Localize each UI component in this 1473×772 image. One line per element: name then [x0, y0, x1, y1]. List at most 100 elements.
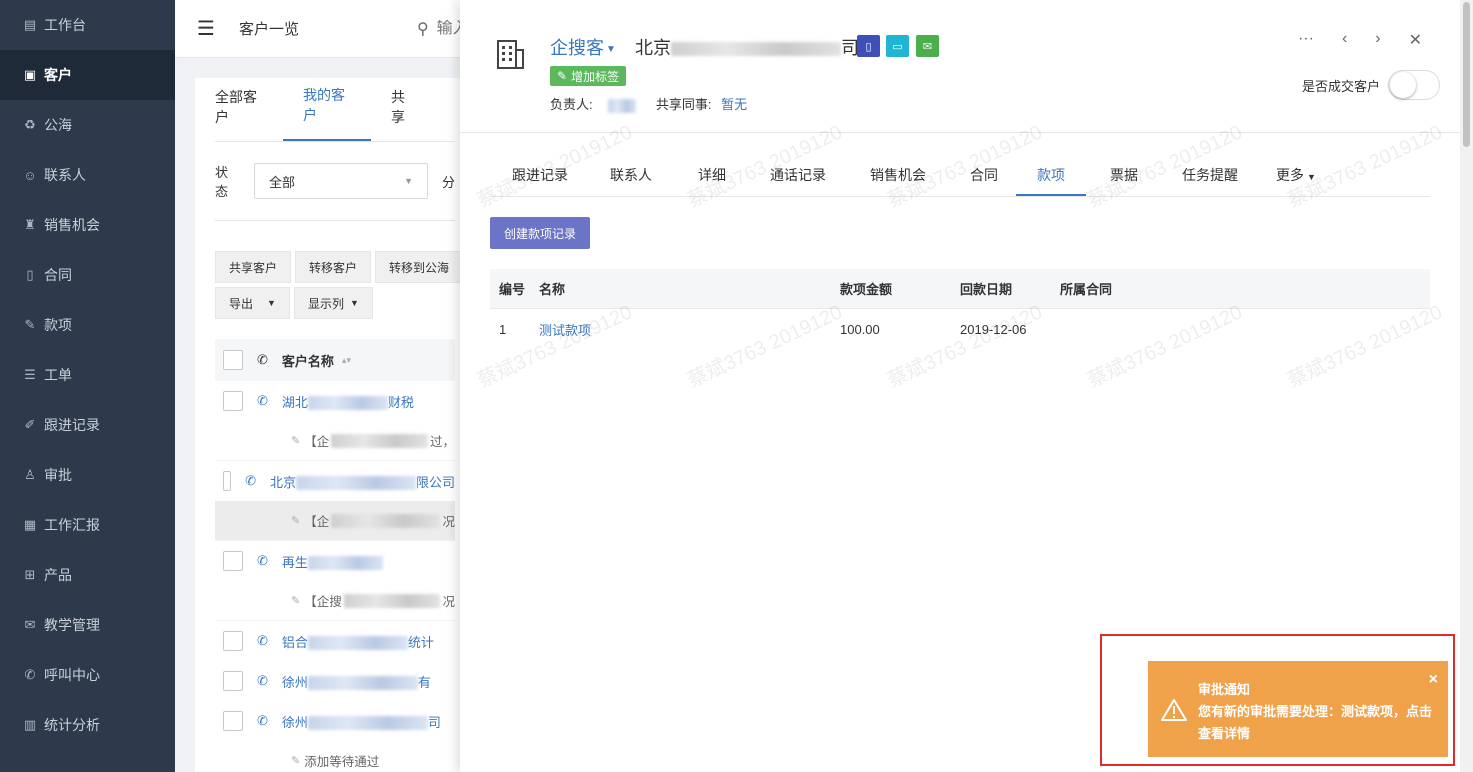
redacted-text: [608, 98, 637, 113]
customer-name-link[interactable]: 徐州 有: [282, 672, 431, 691]
sidebar-item-pool[interactable]: ♻ 公海: [0, 100, 175, 150]
more-icon[interactable]: ···: [1298, 30, 1314, 50]
customer-list-panel: 全部客户 我的客户 共享 状态 全部 ▼ 分 共享客户 转移客户 转移到公海 导…: [195, 78, 475, 772]
phone-icon[interactable]: ✆: [257, 713, 268, 729]
sidebar: ▤ 工作台 ▣ 客户 ♻ 公海 ☺ 联系人 ♜ 销售机会 ▯ 合同 ✎ 款项 ☰ 工单 ✐ 跟进记录 ♙ 审批 ▦ 工作汇…: [0, 0, 175, 772]
tab-reminders[interactable]: 任务提醒: [1162, 155, 1258, 196]
phone-icon[interactable]: ✆: [257, 633, 268, 649]
warning-icon: [1161, 699, 1187, 721]
select-all-checkbox[interactable]: [223, 350, 243, 370]
source-dropdown[interactable]: 企搜客 ▼: [550, 34, 616, 60]
sidebar-item-label: 审批: [44, 467, 72, 483]
building-icon: [497, 40, 524, 69]
row-checkbox[interactable]: [223, 471, 232, 491]
row-checkbox[interactable]: [223, 671, 243, 691]
next-icon[interactable]: ›: [1375, 30, 1380, 50]
contract-icon: ▯: [26, 267, 34, 282]
table-row: ✆ 北京 限公司: [215, 461, 455, 501]
menu-toggle-icon[interactable]: ☰: [197, 16, 215, 41]
phone-icon[interactable]: ✆: [245, 473, 256, 489]
customer-name-prefix: 北京: [269, 474, 296, 490]
tab-followup[interactable]: 跟进记录: [490, 155, 590, 196]
approval-notification[interactable]: 审批通知 您有新的审批需要处理：测试款项，点击查看详情 ×: [1148, 661, 1448, 757]
customer-name-link[interactable]: 北京 限公司: [270, 472, 455, 491]
tab-more[interactable]: 更多 ▼: [1258, 155, 1334, 196]
email-icon[interactable]: ✉: [916, 35, 939, 57]
tab-all-customers[interactable]: 全部客户: [195, 87, 283, 141]
row-checkbox[interactable]: [223, 551, 243, 571]
sidebar-item-teaching[interactable]: ✉ 教学管理: [0, 600, 175, 650]
status-filter-row: 状态 全部 ▼ 分: [215, 162, 455, 200]
tab-opportunities[interactable]: 销售机会: [844, 155, 952, 196]
create-payment-button[interactable]: 创建款项记录: [490, 217, 590, 249]
memo-prefix: 【企搜: [304, 595, 342, 609]
sidebar-item-label: 教学管理: [44, 617, 100, 633]
sidebar-item-opportunity[interactable]: ♜ 销售机会: [0, 200, 175, 250]
sidebar-item-contract[interactable]: ▯ 合同: [0, 250, 175, 300]
mobile-icon[interactable]: ▯: [857, 35, 880, 57]
tab-details[interactable]: 详细: [672, 155, 752, 196]
transfer-customer-button[interactable]: 转移客户: [295, 251, 372, 283]
tab-contracts[interactable]: 合同: [952, 155, 1016, 196]
tab-payments[interactable]: 款项: [1016, 155, 1086, 196]
sidebar-item-payment[interactable]: ✎ 款项: [0, 300, 175, 350]
row-checkbox[interactable]: [223, 631, 243, 651]
scrollbar-thumb[interactable]: [1463, 2, 1470, 147]
scrollbar[interactable]: [1460, 0, 1473, 772]
memo-prefix: 添加等待通过: [304, 755, 380, 769]
followup-icon: ✐: [24, 417, 36, 432]
customer-name-suffix: 限公司: [415, 474, 455, 490]
prev-icon[interactable]: ‹: [1342, 30, 1347, 50]
tab-my-customers[interactable]: 我的客户: [283, 85, 371, 141]
share-customer-button[interactable]: 共享客户: [215, 251, 292, 283]
add-tag-button[interactable]: ✎ 增加标签: [550, 66, 627, 86]
sidebar-item-dashboard[interactable]: ▤ 工作台: [0, 0, 175, 50]
tab-invoices[interactable]: 票据: [1086, 155, 1162, 196]
export-button[interactable]: 导出 ▼: [215, 287, 290, 319]
customer-name-link[interactable]: 铝合 统计: [282, 632, 434, 651]
row-checkbox[interactable]: [223, 391, 243, 411]
close-icon[interactable]: ✕: [1409, 30, 1422, 50]
move-to-pool-button[interactable]: 转移到公海: [375, 251, 464, 283]
sidebar-item-stats[interactable]: ▥ 统计分析: [0, 700, 175, 750]
sidebar-item-approval[interactable]: ♙ 审批: [0, 450, 175, 500]
phone-icon[interactable]: ✆: [257, 673, 268, 689]
status-select[interactable]: 全部 ▼: [253, 163, 428, 199]
sidebar-item-label: 联系人: [44, 167, 86, 183]
sidebar-item-followup[interactable]: ✐ 跟进记录: [0, 400, 175, 450]
deal-toggle[interactable]: [1388, 70, 1440, 100]
close-icon[interactable]: ×: [1429, 671, 1438, 689]
drawer-header: 企搜客 ▼ 北京司 ▯ ▭ ✉ ✎ 增加标签 负责人: 共享同事: 暂无 ··· ‹…: [460, 0, 1460, 133]
sidebar-item-report[interactable]: ▦ 工作汇报: [0, 500, 175, 550]
sort-icon[interactable]: ▴▾: [342, 355, 351, 366]
sidebar-item-callcenter[interactable]: ✆ 呼叫中心: [0, 650, 175, 700]
tab-contacts[interactable]: 联系人: [590, 155, 672, 196]
customer-name-prefix: 徐州: [281, 674, 308, 690]
column-customer-name[interactable]: 客户名称: [282, 351, 334, 370]
phone-icon[interactable]: ✆: [257, 553, 268, 569]
tab-call-records[interactable]: 通话记录: [752, 155, 844, 196]
share-value[interactable]: 暂无: [721, 97, 747, 112]
customer-name-link[interactable]: 徐州 司: [282, 712, 441, 731]
notification-body[interactable]: 您有新的审批需要处理：测试款项，点击查看详情: [1198, 701, 1433, 745]
sidebar-item-label: 客户: [44, 67, 72, 83]
payment-name-link[interactable]: 测试款项: [539, 320, 840, 339]
sidebar-item-contact[interactable]: ☺ 联系人: [0, 150, 175, 200]
payment-number: 1: [499, 321, 507, 337]
sidebar-item-ticket[interactable]: ☰ 工单: [0, 350, 175, 400]
row-checkbox[interactable]: [223, 711, 243, 731]
payment-table-header: 编号 名称 款项金额 回款日期 所属合同: [490, 269, 1430, 309]
message-icon[interactable]: ▭: [886, 35, 909, 57]
sidebar-item-product[interactable]: ⊞ 产品: [0, 550, 175, 600]
customer-name-link[interactable]: 湖北 财税: [282, 392, 414, 411]
payment-icon: ✎: [24, 317, 36, 332]
redacted-text: [307, 716, 428, 731]
tab-shared[interactable]: 共享: [371, 87, 435, 141]
phone-icon[interactable]: ✆: [257, 393, 268, 409]
search-icon[interactable]: ⚲: [417, 19, 429, 39]
columns-button[interactable]: 显示列 ▼: [293, 287, 373, 319]
sidebar-item-label: 工作汇报: [44, 517, 100, 533]
sidebar-item-customer[interactable]: ▣ 客户: [0, 50, 175, 100]
customer-name-link[interactable]: 再生: [282, 552, 383, 571]
edit-icon: ✎: [291, 595, 301, 607]
